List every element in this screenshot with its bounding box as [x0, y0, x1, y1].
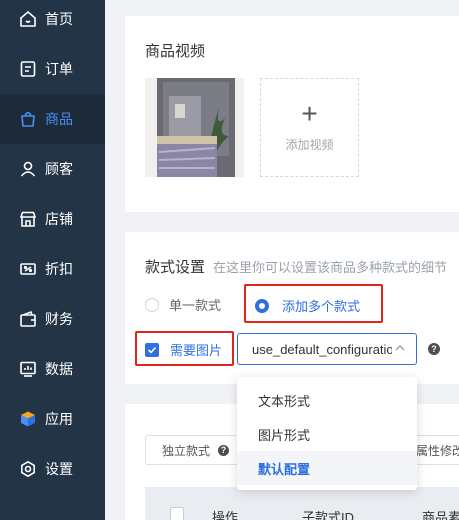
column-header: 操作 [212, 510, 239, 520]
sidebar-item-finance[interactable]: 财务 [0, 294, 105, 344]
image-mode-select[interactable]: use_default_configuration [237, 333, 417, 365]
radio-unchecked[interactable] [145, 297, 159, 312]
independent-style-label: 独立款式 [162, 443, 211, 458]
need-image-checkbox[interactable]: 需要图片 [145, 340, 222, 359]
sidebar-item-data[interactable]: 数据 [0, 344, 105, 394]
style-settings-header: 款式设置 在这里你可以设置该商品多种款式的细节 [145, 256, 447, 277]
sidebar-item-label: 折扣 [45, 261, 73, 277]
sidebar-item-label: 设置 [45, 461, 73, 477]
select-all-checkbox[interactable] [170, 507, 184, 520]
plus-icon: + [301, 98, 318, 129]
column-header: 商品素 [422, 510, 459, 520]
multi-style-label: 添加多个款式 [282, 299, 361, 314]
checkbox-checked[interactable] [145, 342, 159, 357]
discount-icon [19, 260, 37, 278]
select-value: use_default_configuration [252, 341, 392, 357]
sidebar-item-store[interactable]: 店铺 [0, 194, 105, 244]
check-icon [147, 346, 157, 354]
dropdown-option-text[interactable]: 文本形式 [237, 383, 417, 417]
sidebar: 首页 订单 商品 顾客 店铺 折扣 财务 数据 应用 设置 [0, 0, 105, 520]
section-title: 商品视频 [145, 43, 206, 60]
store-icon [19, 210, 37, 228]
sidebar-item-discount[interactable]: 折扣 [0, 244, 105, 294]
sidebar-item-customers[interactable]: 顾客 [0, 144, 105, 194]
sidebar-item-label: 首页 [45, 11, 73, 27]
single-style-radio[interactable]: 单一款式 [145, 295, 221, 314]
customer-icon [19, 160, 37, 178]
multi-style-radio[interactable]: 添加多个款式 [255, 296, 360, 315]
radio-checked[interactable] [255, 298, 269, 313]
dropdown-option-default[interactable]: 默认配置 [237, 451, 417, 485]
video-thumbnail[interactable] [145, 78, 244, 177]
sidebar-item-label: 数据 [45, 361, 73, 377]
sidebar-item-label: 订单 [45, 61, 73, 77]
sidebar-item-settings[interactable]: 设置 [0, 444, 105, 494]
image-mode-dropdown: 文本形式 图片形式 默认配置 [237, 377, 417, 490]
add-video-button[interactable]: + 添加视频 [260, 78, 359, 177]
sidebar-item-label: 顾客 [45, 161, 73, 177]
dropdown-option-image[interactable]: 图片形式 [237, 417, 417, 451]
sidebar-item-products[interactable]: 商品 [0, 94, 105, 144]
help-icon[interactable]: ? [428, 343, 440, 355]
sidebar-item-label: 财务 [45, 311, 73, 327]
independent-style-button[interactable]: 独立款式 ? [145, 435, 243, 465]
product-bag-icon [19, 110, 37, 128]
sidebar-item-apps[interactable]: 应用 [0, 394, 105, 444]
column-header: 子款式ID [302, 510, 355, 520]
app-cube-icon [19, 410, 37, 428]
single-style-label: 单一款式 [169, 298, 222, 313]
help-icon[interactable]: ? [218, 444, 230, 456]
main-content: 商品视频 + 添加视频 款式设置 在这里你可以设置该商品多种款式的细节 单一款式 [105, 0, 459, 520]
finance-icon [19, 310, 37, 328]
variants-table-header: 操作 子款式ID 商品素 [145, 487, 459, 520]
home-icon [19, 10, 37, 28]
need-image-label: 需要图片 [170, 343, 223, 358]
order-icon [19, 60, 37, 78]
sidebar-item-label: 店铺 [45, 211, 73, 227]
data-icon [19, 360, 37, 378]
sidebar-item-home[interactable]: 首页 [0, 0, 105, 44]
settings-icon [19, 460, 37, 478]
sidebar-item-label: 商品 [45, 111, 73, 127]
sidebar-item-label: 应用 [45, 411, 73, 427]
attribute-edit-label: 属性修改 [416, 443, 459, 458]
section-title: 款式设置 [145, 259, 206, 276]
add-video-label: 添加视频 [285, 138, 334, 152]
section-subtitle: 在这里你可以设置该商品多种款式的细节 [213, 260, 448, 275]
chevron-up-icon [395, 345, 405, 351]
sidebar-item-orders[interactable]: 订单 [0, 44, 105, 94]
